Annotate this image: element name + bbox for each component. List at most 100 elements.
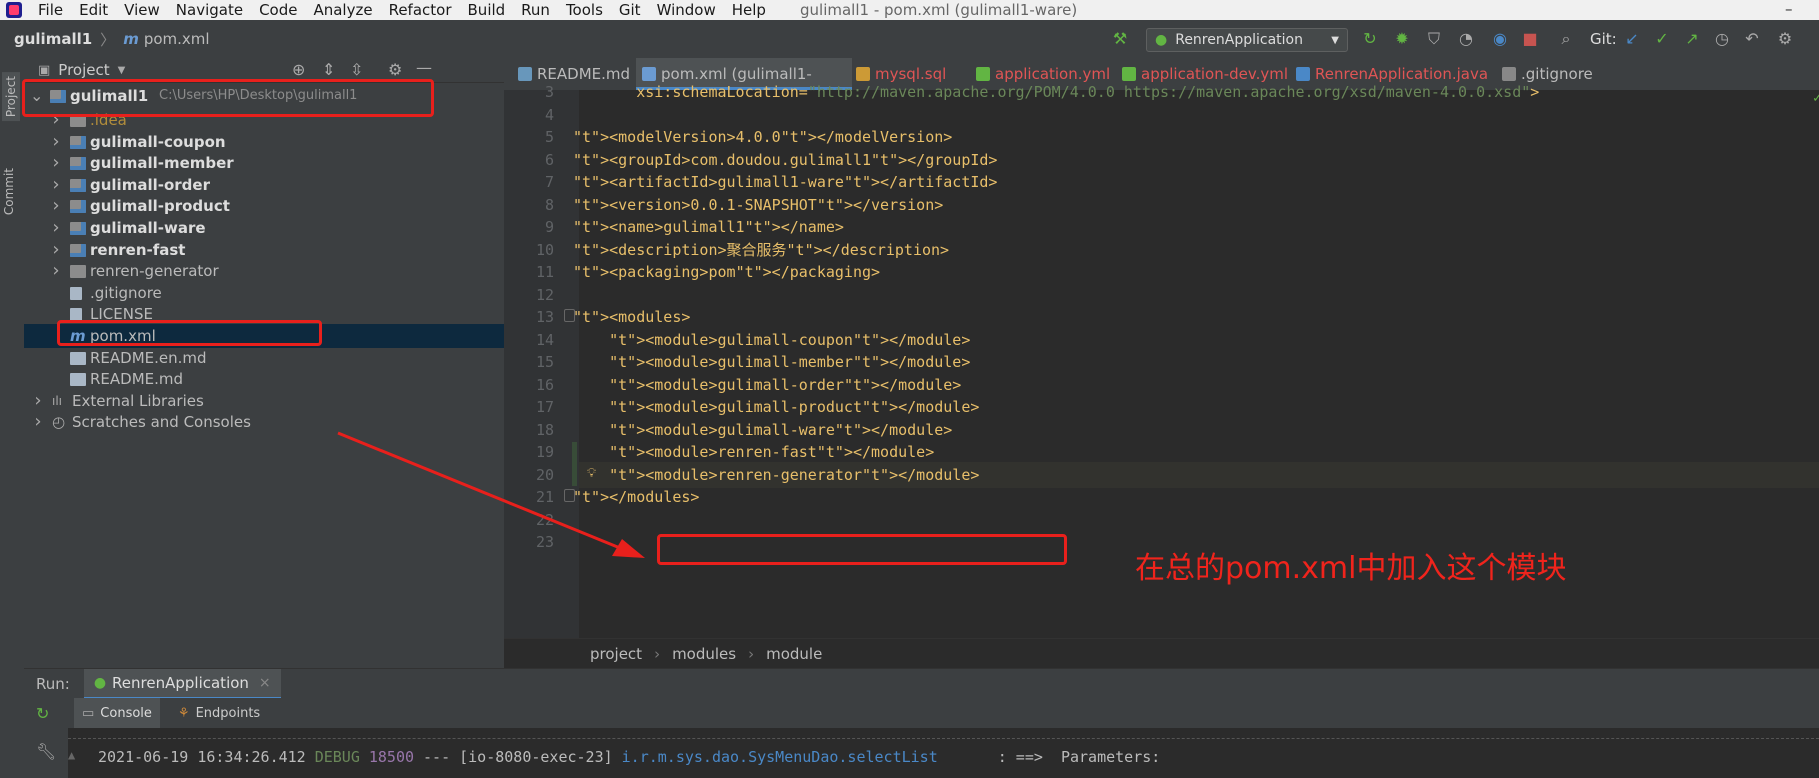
module-folder-icon	[70, 135, 86, 149]
editor-gutter: 3 4 5 6 7 8 9 10 11 12 13 14 15 16 17 18 19 20 21 22 23	[504, 83, 579, 638]
chevron-right-icon[interactable]: ›	[32, 389, 44, 413]
tree-item[interactable]: › gulimall-member	[24, 151, 504, 175]
chevron-right-icon[interactable]: ›	[50, 216, 62, 240]
project-view-title[interactable]: Project	[58, 61, 109, 79]
annotation-box-pom	[57, 320, 322, 346]
search-everywhere-icon[interactable]: ⌕	[1556, 29, 1576, 49]
run-config-label: RenrenApplication	[1175, 32, 1303, 48]
module-folder-icon	[70, 200, 86, 214]
spring-icon: ●	[1155, 32, 1168, 48]
code-line[interactable]: "t"></modules>	[573, 484, 699, 510]
hide-panel-icon[interactable]: —	[416, 58, 432, 77]
git-push-icon[interactable]: ↗	[1682, 29, 1702, 49]
tree-item[interactable]: › ◴ Scratches and Consoles	[24, 410, 504, 434]
tree-item-label: gulimall-coupon	[90, 132, 226, 151]
console-tab[interactable]: ▭ Console	[74, 698, 160, 728]
chevron-right-icon[interactable]: ›	[50, 259, 62, 283]
project-tool-button[interactable]: Project	[2, 72, 20, 122]
log-pid: 18500	[368, 748, 415, 766]
chevron-right-icon[interactable]: ›	[50, 238, 62, 262]
collapse-all-icon[interactable]: ⇳	[350, 60, 363, 79]
tree-item[interactable]: › renren-generator	[24, 259, 504, 283]
menu-window[interactable]: Window	[657, 0, 716, 20]
line-number: 23	[535, 533, 554, 551]
chevron-right-icon[interactable]: ›	[32, 410, 44, 434]
tree-item[interactable]: › gulimall-order	[24, 173, 504, 197]
chevron-down-icon: ▼	[1331, 34, 1339, 46]
menu-help[interactable]: Help	[732, 0, 766, 20]
update-running-icon[interactable]: ◉	[1490, 29, 1510, 49]
maven-icon: m	[123, 30, 139, 48]
chevron-right-icon[interactable]: ›	[50, 194, 62, 218]
breadcrumb-item[interactable]: project	[590, 645, 642, 663]
menu-view[interactable]: View	[124, 0, 160, 20]
tree-item[interactable]: › ılı External Libraries	[24, 389, 504, 413]
commit-tool-button[interactable]: Commit	[2, 168, 16, 215]
tree-item[interactable]: README.md	[24, 367, 504, 391]
endpoints-tab[interactable]: ⚘ Endpoints	[170, 698, 268, 728]
tree-item[interactable]: › renren-fast	[24, 238, 504, 262]
chevron-right-icon[interactable]: ›	[50, 173, 62, 197]
log-thread: [io-8080-exec-23]	[459, 748, 613, 766]
module-folder-icon	[70, 178, 86, 192]
annotation-box-module-line	[657, 534, 1067, 565]
chevron-right-icon[interactable]: ›	[50, 130, 62, 154]
close-icon[interactable]: ×	[259, 675, 271, 691]
tree-item[interactable]: › gulimall-ware	[24, 216, 504, 240]
menu-navigate[interactable]: Navigate	[176, 0, 243, 20]
coverage-icon[interactable]: ⛉	[1424, 29, 1444, 49]
git-history-icon[interactable]: ◷	[1712, 29, 1732, 49]
nav-project[interactable]: gulimall1	[14, 30, 92, 48]
tree-item[interactable]: › gulimall-coupon	[24, 130, 504, 154]
module-folder-icon	[70, 222, 86, 235]
annotation-text: 在总的pom.xml中加入这个模块	[1135, 551, 1567, 586]
chevron-down-icon[interactable]: ▼	[118, 65, 126, 76]
console-output[interactable]: ▲ 2021-06-19 16:34:26.412 DEBUG 18500 --…	[68, 728, 1819, 778]
tree-item-label: External Libraries	[72, 391, 204, 410]
console-tab-label: Console	[100, 705, 152, 721]
markdown-file-icon	[70, 373, 86, 387]
run-tab[interactable]: ● RenrenApplication ×	[83, 669, 281, 699]
inspection-ok-icon: ✓	[1813, 90, 1819, 106]
profile-icon[interactable]: ◔	[1456, 29, 1476, 49]
git-update-icon[interactable]: ↙	[1622, 29, 1642, 49]
breadcrumb-item[interactable]: modules	[672, 645, 736, 663]
gear-icon[interactable]: ⚙	[388, 60, 402, 79]
menu-edit[interactable]: Edit	[79, 0, 108, 20]
code-line[interactable]: xsi:schemaLocation="http://maven.apache.…	[573, 79, 1539, 105]
build-hammer-icon[interactable]: ⚒	[1110, 29, 1130, 49]
rerun-icon[interactable]: ↻	[1360, 29, 1380, 49]
log-logger: i.r.m.sys.dao.SysMenuDao.selectList	[621, 748, 938, 766]
rerun-icon[interactable]: ↻	[36, 704, 49, 723]
tree-item[interactable]: › gulimall-product	[24, 194, 504, 218]
locate-icon[interactable]: ⊕	[292, 60, 305, 79]
tree-item[interactable]: .gitignore	[24, 281, 504, 305]
menu-code[interactable]: Code	[259, 0, 297, 20]
menu-run[interactable]: Run	[521, 0, 550, 20]
run-config-dropdown[interactable]: ● RenrenApplication ▼	[1146, 28, 1348, 52]
tree-item-label: renren-generator	[90, 262, 219, 281]
minimize-button[interactable]: –	[1785, 0, 1793, 18]
tree-item-label: README.md	[90, 370, 184, 389]
wrench-icon[interactable]: 🔧︎	[36, 742, 56, 761]
stop-icon[interactable]: ■	[1520, 29, 1540, 49]
arrow-up-icon[interactable]: ▲	[68, 748, 82, 762]
expand-all-icon[interactable]: ⇕	[322, 60, 335, 79]
menu-git[interactable]: Git	[619, 0, 641, 20]
code-line[interactable]: "t"><packaging>pom"t"></packaging>	[573, 259, 880, 285]
nav-file[interactable]: pom.xml	[144, 30, 210, 48]
breadcrumb-item[interactable]: module	[766, 645, 822, 663]
ide-settings-icon[interactable]: ⚙	[1775, 29, 1795, 49]
menu-tools[interactable]: Tools	[566, 0, 603, 20]
debug-icon[interactable]: ✹	[1392, 29, 1412, 49]
chevron-right-icon[interactable]: ›	[50, 151, 62, 175]
spring-icon: ●	[93, 675, 107, 691]
git-commit-icon[interactable]: ✓	[1652, 29, 1672, 49]
log-separator: ---	[423, 748, 451, 766]
menu-file[interactable]: File	[38, 0, 63, 20]
rollback-icon[interactable]: ↶	[1742, 29, 1762, 49]
menu-build[interactable]: Build	[468, 0, 506, 20]
menu-analyze[interactable]: Analyze	[313, 0, 372, 20]
menu-refactor[interactable]: Refactor	[389, 0, 452, 20]
tree-item[interactable]: README.en.md	[24, 346, 504, 370]
